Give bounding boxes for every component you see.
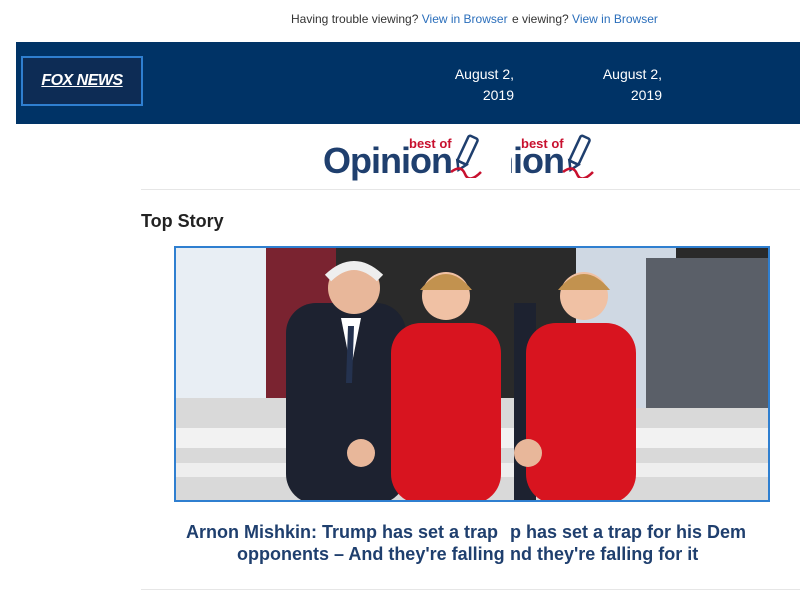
best-of-label-duplicate: best of [521, 136, 564, 151]
debate-photo-icon [176, 248, 768, 500]
top-story-image-link[interactable] [174, 246, 770, 502]
trouble-text-partial: e viewing? [512, 12, 569, 26]
issue-date-duplicate: August 2, 2019 [602, 66, 662, 103]
view-in-browser-link-2[interactable]: View in Browser [572, 12, 658, 26]
fox-news-logo[interactable]: FOX NEWS [21, 56, 143, 106]
preheader: Having trouble viewing? View in Browser … [0, 12, 800, 30]
headline-line-1-duplicate: p has set a trap for his Dem [510, 522, 747, 542]
headline-line-2: opponents – And they're falling [237, 544, 505, 564]
pen-icon [450, 134, 482, 178]
best-of-opinion-banner-duplicate: Opinion best of [511, 134, 623, 186]
divider [141, 189, 800, 190]
view-in-browser-link[interactable]: View in Browser [422, 12, 508, 26]
headline-line-2-duplicate: nd they're falling for it [510, 544, 699, 564]
trouble-text: Having trouble viewing? [291, 12, 419, 26]
best-of-label: best of [409, 136, 452, 151]
preheader-segment-duplicate: e viewing? View in Browser [512, 12, 672, 26]
best-of-opinion-banner: Opinion best of [323, 134, 511, 186]
section-title: Top Story [141, 211, 224, 231]
headline-segment: Arnon Mishkin: Trump has set a trap oppo… [186, 521, 512, 565]
logo-text: FOX NEWS [41, 72, 123, 89]
site-header: FOX NEWS August 2, 2019 August 2, 2019 [16, 42, 800, 124]
headline-line-1: Arnon Mishkin: Trump has set a trap [186, 522, 499, 542]
headline-segment-duplicate: p has set a trap for his Dem nd they're … [510, 521, 770, 565]
divider [141, 589, 800, 590]
preheader-segment: Having trouble viewing? View in Browser [291, 12, 512, 26]
issue-date: August 2, 2019 [454, 66, 514, 103]
pen-icon [562, 134, 594, 178]
